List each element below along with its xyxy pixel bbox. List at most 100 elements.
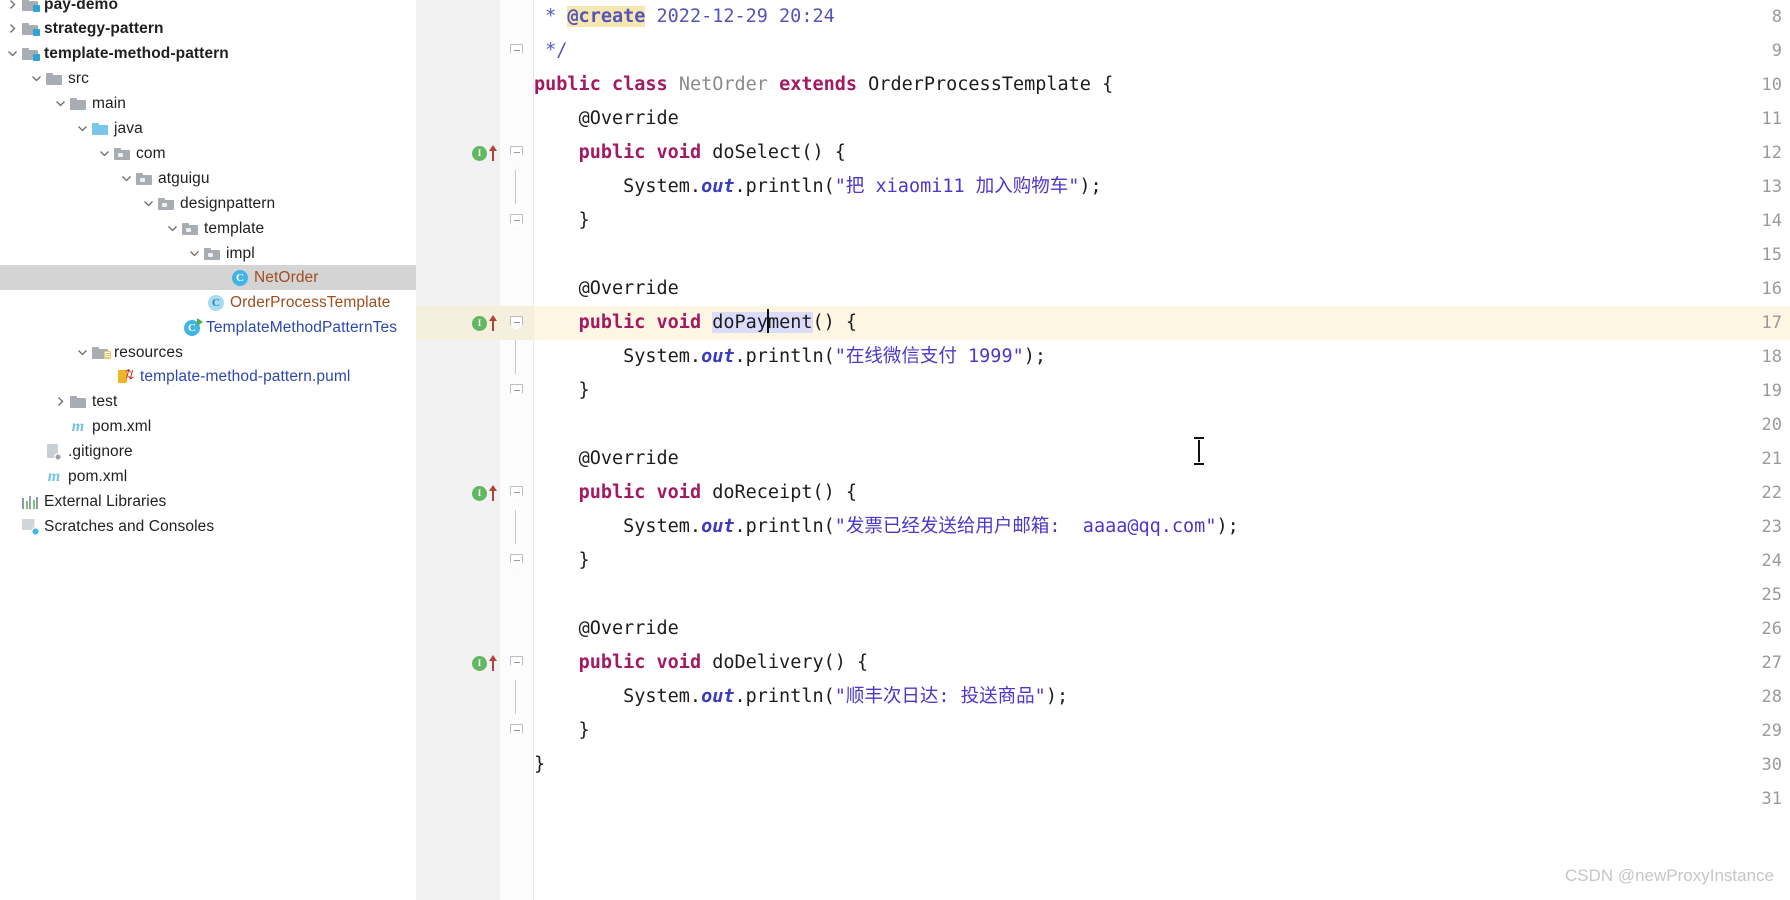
project-tool-window[interactable]: pay-demo strategy-pattern template-metho… bbox=[0, 0, 416, 900]
code-line-26[interactable]: @Override bbox=[534, 612, 1790, 646]
fold-handle[interactable] bbox=[508, 306, 525, 340]
chevron-right-icon[interactable] bbox=[52, 394, 68, 410]
code-line-28[interactable]: System.out.println("顺丰次日达: 投送商品"); bbox=[534, 680, 1790, 714]
tree-node-template-method-pattern[interactable]: template-method-pattern bbox=[0, 41, 416, 66]
fold-handle[interactable] bbox=[508, 476, 525, 510]
chevron-down-icon[interactable] bbox=[140, 196, 156, 212]
tree-node-designpattern[interactable]: designpattern bbox=[0, 191, 416, 216]
module-folder-icon bbox=[20, 0, 40, 14]
chevron-down-icon[interactable] bbox=[52, 96, 68, 112]
code-line-9[interactable]: */ bbox=[534, 34, 1790, 68]
implements-icon[interactable]: I bbox=[472, 485, 487, 501]
chevron-down-icon[interactable] bbox=[118, 171, 134, 187]
implementing-method-marker[interactable]: I bbox=[472, 476, 500, 510]
package-icon bbox=[134, 170, 154, 188]
override-arrow-icon[interactable] bbox=[488, 654, 498, 672]
fold-handle[interactable] bbox=[508, 136, 525, 170]
implements-icon[interactable]: I bbox=[472, 655, 487, 671]
editor-gutter[interactable] bbox=[416, 0, 500, 900]
tree-node-test[interactable]: test bbox=[0, 389, 416, 414]
code-line-15[interactable] bbox=[534, 238, 1790, 272]
code-line-22[interactable]: public void doReceipt() { bbox=[534, 476, 1790, 510]
tree-node-label: Scratches and Consoles bbox=[44, 517, 215, 535]
code-line-13[interactable]: System.out.println("把 xiaomi11 加入购物车"); bbox=[534, 170, 1790, 204]
code-line-31[interactable] bbox=[534, 782, 1790, 816]
fold-handle[interactable] bbox=[508, 646, 525, 680]
tree-node-pom-module[interactable]: m pom.xml bbox=[0, 414, 416, 439]
editor-fold-gutter[interactable] bbox=[500, 0, 534, 900]
tree-node-atguigu[interactable]: atguigu bbox=[0, 166, 416, 191]
tree-node-orderprocesstemplate[interactable]: C OrderProcessTemplate bbox=[0, 290, 416, 315]
code-line-21[interactable]: @Override bbox=[534, 442, 1790, 476]
code-line-12[interactable]: public void doSelect() { bbox=[534, 136, 1790, 170]
fold-handle[interactable] bbox=[508, 374, 525, 408]
annotation-override: @Override bbox=[578, 448, 679, 469]
code-line-19[interactable]: } bbox=[534, 374, 1790, 408]
override-arrow-icon[interactable] bbox=[488, 314, 498, 332]
tree-node-label: pom.xml bbox=[92, 417, 152, 435]
fold-handle[interactable] bbox=[508, 714, 525, 748]
method-dopayment[interactable]: doPayment bbox=[712, 309, 813, 333]
code-line-10[interactable]: public class NetOrder extends OrderProce… bbox=[534, 68, 1790, 102]
tree-node-pay-demo[interactable]: pay-demo bbox=[0, 0, 416, 17]
override-arrow-icon[interactable] bbox=[488, 484, 498, 502]
implements-icon[interactable]: I bbox=[472, 315, 487, 331]
no-twisty-spacer bbox=[4, 519, 20, 535]
code-line-8[interactable]: * @create 2022-12-29 20:24 bbox=[534, 0, 1790, 34]
implementing-method-marker[interactable]: I bbox=[472, 646, 500, 680]
tree-node-external-libraries[interactable]: External Libraries bbox=[0, 489, 416, 514]
code-line-14[interactable]: } bbox=[534, 204, 1790, 238]
tree-node-label: resources bbox=[114, 343, 183, 361]
implementing-method-marker[interactable]: I bbox=[472, 136, 500, 170]
implements-icon[interactable]: I bbox=[472, 145, 487, 161]
package-icon bbox=[180, 220, 200, 238]
chevron-right-icon[interactable] bbox=[4, 21, 20, 37]
code-line-17[interactable]: public void doPayment() { bbox=[534, 306, 1790, 340]
tree-node-label: java bbox=[114, 119, 143, 137]
chevron-down-icon[interactable] bbox=[96, 146, 112, 162]
code-line-24[interactable]: } bbox=[534, 544, 1790, 578]
code-line-20[interactable] bbox=[534, 408, 1790, 442]
tree-node-templatemethodpatterntest[interactable]: C TemplateMethodPatternTes bbox=[0, 315, 416, 340]
code-line-30[interactable]: } bbox=[534, 748, 1790, 782]
fold-handle[interactable] bbox=[508, 204, 525, 238]
fold-handle[interactable] bbox=[508, 34, 525, 68]
code-editor[interactable]: 8 9 10 11 12 13 14 15 16 17 18 19 20 21 … bbox=[416, 0, 1790, 900]
method-doselect: doSelect bbox=[712, 142, 802, 163]
tree-node-src[interactable]: src bbox=[0, 66, 416, 91]
fold-handle[interactable] bbox=[508, 544, 525, 578]
code-line-23[interactable]: System.out.println("发票已经发送给用户邮箱: aaaa@qq… bbox=[534, 510, 1790, 544]
tree-node-com[interactable]: com bbox=[0, 141, 416, 166]
package-icon bbox=[202, 245, 222, 263]
code-line-11[interactable]: @Override bbox=[534, 102, 1790, 136]
code-line-16[interactable]: @Override bbox=[534, 272, 1790, 306]
code-line-25[interactable] bbox=[534, 578, 1790, 612]
chevron-down-icon[interactable] bbox=[4, 46, 20, 62]
tree-node-scratches-consoles[interactable]: Scratches and Consoles bbox=[0, 514, 416, 539]
tree-node-puml-file[interactable]: template-method-pattern.puml bbox=[0, 364, 416, 389]
code-line-29[interactable]: } bbox=[534, 714, 1790, 748]
implementing-method-marker[interactable]: I bbox=[472, 306, 500, 340]
tree-node-template[interactable]: template bbox=[0, 216, 416, 241]
tree-node-label: strategy-pattern bbox=[44, 19, 164, 37]
tree-node-resources[interactable]: resources bbox=[0, 340, 416, 365]
chevron-down-icon[interactable] bbox=[186, 246, 202, 262]
chevron-down-icon[interactable] bbox=[164, 221, 180, 237]
no-twisty-spacer bbox=[28, 444, 44, 460]
tree-node-netorder[interactable]: C NetOrder bbox=[0, 265, 416, 290]
fold-region-line bbox=[515, 680, 516, 714]
tree-node-java[interactable]: java bbox=[0, 116, 416, 141]
chevron-down-icon[interactable] bbox=[74, 121, 90, 137]
keyword-public: public bbox=[578, 142, 646, 163]
chevron-down-icon[interactable] bbox=[28, 71, 44, 87]
chevron-right-icon[interactable] bbox=[4, 0, 20, 13]
code-line-18[interactable]: System.out.println("在线微信支付 1999"); bbox=[534, 340, 1790, 374]
tree-node-strategy-pattern[interactable]: strategy-pattern bbox=[0, 16, 416, 41]
tree-node-impl[interactable]: impl bbox=[0, 241, 416, 266]
override-arrow-icon[interactable] bbox=[488, 144, 498, 162]
code-line-27[interactable]: public void doDelivery() { bbox=[534, 646, 1790, 680]
tree-node-gitignore[interactable]: .gitignore bbox=[0, 439, 416, 464]
tree-node-pom-root[interactable]: m pom.xml bbox=[0, 464, 416, 489]
tree-node-main[interactable]: main bbox=[0, 91, 416, 116]
chevron-down-icon[interactable] bbox=[74, 345, 90, 361]
